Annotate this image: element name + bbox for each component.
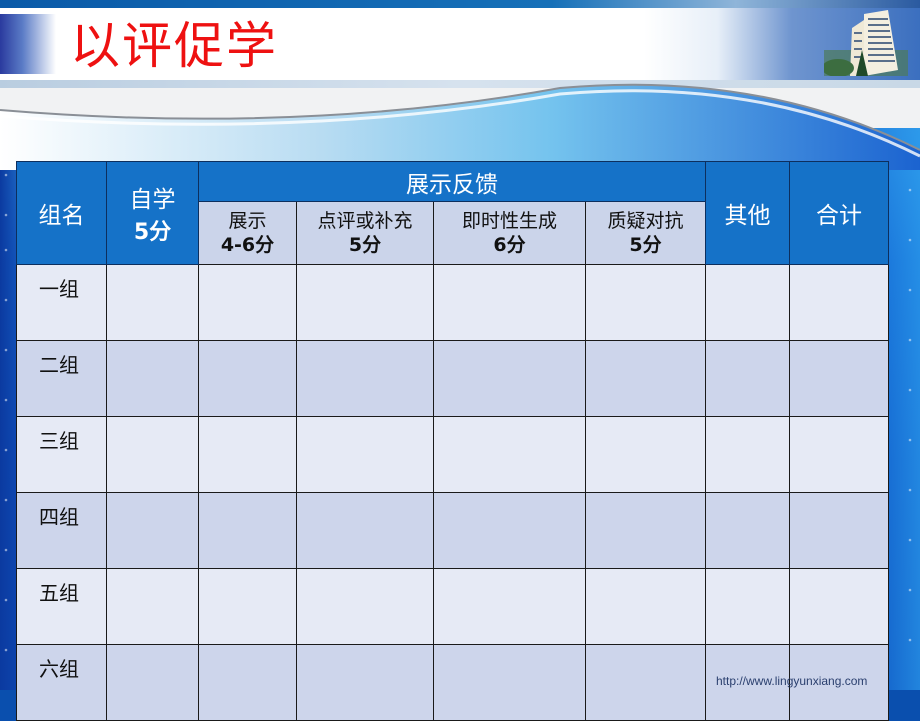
instant-cell[interactable] (433, 416, 586, 493)
header-comment-label: 点评或补充 (317, 210, 413, 232)
header-instant-generation: 即时性生成 6分 (433, 201, 586, 265)
other-cell[interactable] (705, 264, 790, 341)
self-study-cell[interactable] (106, 340, 199, 417)
self-study-cell[interactable] (106, 568, 199, 645)
group-name-cell: 六组 (16, 644, 107, 721)
instant-cell[interactable] (433, 644, 586, 721)
header-question-debate: 质疑对抗 5分 (585, 201, 706, 265)
group-name-cell: 五组 (16, 568, 107, 645)
comment-cell[interactable] (296, 340, 434, 417)
other-cell[interactable] (705, 340, 790, 417)
table-row: 一组 (16, 264, 889, 341)
header-self-study: 自学 5分 (106, 161, 199, 265)
top-accent-bar (0, 0, 920, 8)
building-image (824, 10, 908, 76)
header-presentation-feedback: 展示反馈 (198, 161, 706, 202)
question-cell[interactable] (585, 568, 706, 645)
header-other: 其他 (705, 161, 790, 265)
group-name-cell: 四组 (16, 492, 107, 569)
presentation-cell[interactable] (198, 340, 297, 417)
comment-cell[interactable] (296, 264, 434, 341)
header-total: 合计 (789, 161, 889, 265)
total-cell[interactable] (789, 416, 889, 493)
group-name-cell: 三组 (16, 416, 107, 493)
other-cell[interactable] (705, 568, 790, 645)
table-row: 三组 (16, 416, 889, 493)
header-question-label: 质疑对抗 (607, 210, 684, 232)
other-cell[interactable] (705, 492, 790, 569)
header-self-study-label: 自学 (129, 187, 176, 213)
total-cell[interactable] (789, 568, 889, 645)
self-study-cell[interactable] (106, 264, 199, 341)
header-comment-points: 5分 (348, 234, 382, 256)
comment-cell[interactable] (296, 416, 434, 493)
question-cell[interactable] (585, 492, 706, 569)
header-presentation: 展示 4-6分 (198, 201, 297, 265)
header-instant-label: 即时性生成 (461, 210, 557, 232)
watermark-url: http://www.lingyunxiang.com (716, 674, 868, 688)
group-name-cell: 一组 (16, 264, 107, 341)
self-study-cell[interactable] (106, 644, 199, 721)
comment-cell[interactable] (296, 644, 434, 721)
question-cell[interactable] (585, 644, 706, 721)
other-cell[interactable] (705, 416, 790, 493)
table-row: 二组 (16, 340, 889, 417)
table-row: 四组 (16, 492, 889, 569)
presentation-cell[interactable] (198, 644, 297, 721)
presentation-cell[interactable] (198, 492, 297, 569)
header-accent-block (0, 14, 56, 74)
header-question-points: 5分 (629, 234, 662, 256)
header-presentation-points: 4-6分 (220, 234, 275, 256)
header-comment-supplement: 点评或补充 5分 (296, 201, 434, 265)
question-cell[interactable] (585, 264, 706, 341)
header-instant-points: 6分 (493, 234, 526, 256)
total-cell[interactable] (789, 492, 889, 569)
total-cell[interactable] (789, 340, 889, 417)
table-body: 一组 二组 三组 四组 五组 六组 (16, 264, 889, 721)
comment-cell[interactable] (296, 492, 434, 569)
instant-cell[interactable] (433, 568, 586, 645)
slide-title: 以评促学 (70, 17, 278, 75)
group-name-cell: 二组 (16, 340, 107, 417)
instant-cell[interactable] (433, 340, 586, 417)
decorative-swoosh (0, 83, 920, 170)
presentation-cell[interactable] (198, 568, 297, 645)
comment-cell[interactable] (296, 568, 434, 645)
presentation-cell[interactable] (198, 416, 297, 493)
score-table: 组名 自学 5分 展示反馈 其他 合计 展示 4-6分 点评或补充 5分 即时性… (16, 161, 889, 721)
header-self-study-points: 5分 (133, 220, 172, 245)
question-cell[interactable] (585, 340, 706, 417)
self-study-cell[interactable] (106, 416, 199, 493)
total-cell[interactable] (789, 264, 889, 341)
instant-cell[interactable] (433, 264, 586, 341)
header-presentation-label: 展示 (228, 210, 267, 232)
header-group-name: 组名 (16, 161, 107, 265)
self-study-cell[interactable] (106, 492, 199, 569)
question-cell[interactable] (585, 416, 706, 493)
table-row: 五组 (16, 568, 889, 645)
instant-cell[interactable] (433, 492, 586, 569)
presentation-cell[interactable] (198, 264, 297, 341)
